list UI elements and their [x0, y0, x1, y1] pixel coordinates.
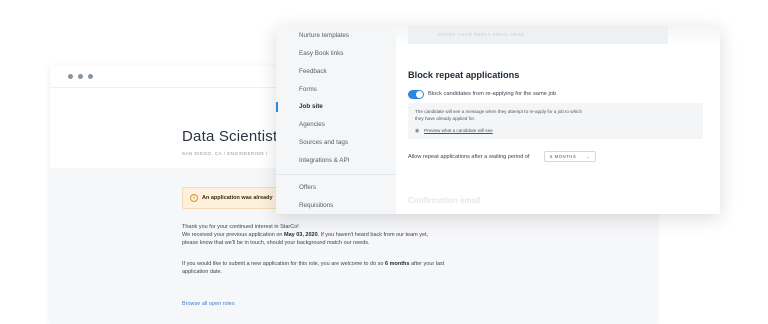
notice-line: If you would like to submit a new applic… [182, 261, 445, 267]
sidebar-item-feedback[interactable]: Feedback [299, 68, 327, 75]
window-dot-icon [78, 74, 83, 79]
notice-line: Thank you for your continued interest in… [182, 224, 299, 230]
sidebar-item-nurture-templates[interactable]: Nurture templates [299, 32, 349, 39]
active-indicator [276, 102, 278, 112]
waiting-period-select[interactable]: 6 MONTHS ⌄ [544, 151, 596, 162]
sidebar-item-sources-and-tags[interactable]: Sources and tags [299, 139, 348, 146]
eye-icon: ◉ [415, 128, 420, 134]
sidebar-item-agencies[interactable]: Agencies [299, 121, 325, 128]
bottom-fade [396, 176, 720, 214]
alert-text: An application was already [202, 195, 273, 201]
window-dot-icon [68, 74, 73, 79]
window-dot-icon [88, 74, 93, 79]
sidebar-item-integrations-api[interactable]: Integrations & API [299, 157, 349, 164]
notice-line: please know that we'll be in touch, shou… [182, 240, 370, 246]
preview-candidate-link[interactable]: Preview what a candidate will see [424, 128, 493, 133]
block-repeat-toggle[interactable] [408, 90, 424, 99]
waiting-period-emphasis: 6 months [385, 261, 410, 267]
info-box: The candidate will see a message when th… [408, 103, 703, 139]
info-text: The candidate will see a message when th… [415, 109, 582, 121]
sidebar-item-job-site[interactable]: Job site [299, 103, 323, 110]
waiting-period-value: 6 MONTHS [550, 154, 577, 159]
sidebar-divider [276, 174, 396, 175]
notice-line: We received your previous application on… [182, 232, 429, 238]
next-section-title: Confirmation email [408, 196, 481, 205]
chevron-down-icon: ⌄ [586, 153, 590, 159]
info-icon: i [190, 194, 198, 202]
waiting-period-label: Allow repeat applications after a waitin… [408, 154, 530, 160]
settings-content: ENTER YOUR REPLY EMAIL HERE Block repeat… [396, 26, 720, 214]
toggle-label: Block candidates from re-applying for th… [428, 91, 557, 97]
job-meta: SAN DIEGO, CA / ENGINEERING / [182, 151, 268, 156]
browse-open-roles-link[interactable]: Browse all open roles [182, 301, 235, 307]
job-title: Data Scientist [182, 128, 278, 145]
section-title: Block repeat applications [408, 70, 520, 80]
notice-line: application date. [182, 269, 223, 275]
sidebar-item-requisitions[interactable]: Requisitions [299, 202, 333, 209]
faded-previous-section: ENTER YOUR REPLY EMAIL HERE [396, 26, 720, 46]
settings-panel: Nurture templates Easy Book links Feedba… [276, 26, 720, 214]
faded-input: ENTER YOUR REPLY EMAIL HERE [408, 26, 668, 44]
sidebar-item-offers[interactable]: Offers [299, 184, 316, 191]
sidebar-item-easy-book-links[interactable]: Easy Book links [299, 50, 343, 57]
settings-sidebar: Nurture templates Easy Book links Feedba… [276, 26, 396, 214]
sidebar-item-forms[interactable]: Forms [299, 86, 317, 93]
previous-application-date: May 03, 2020 [284, 232, 318, 238]
toggle-knob [416, 91, 423, 98]
